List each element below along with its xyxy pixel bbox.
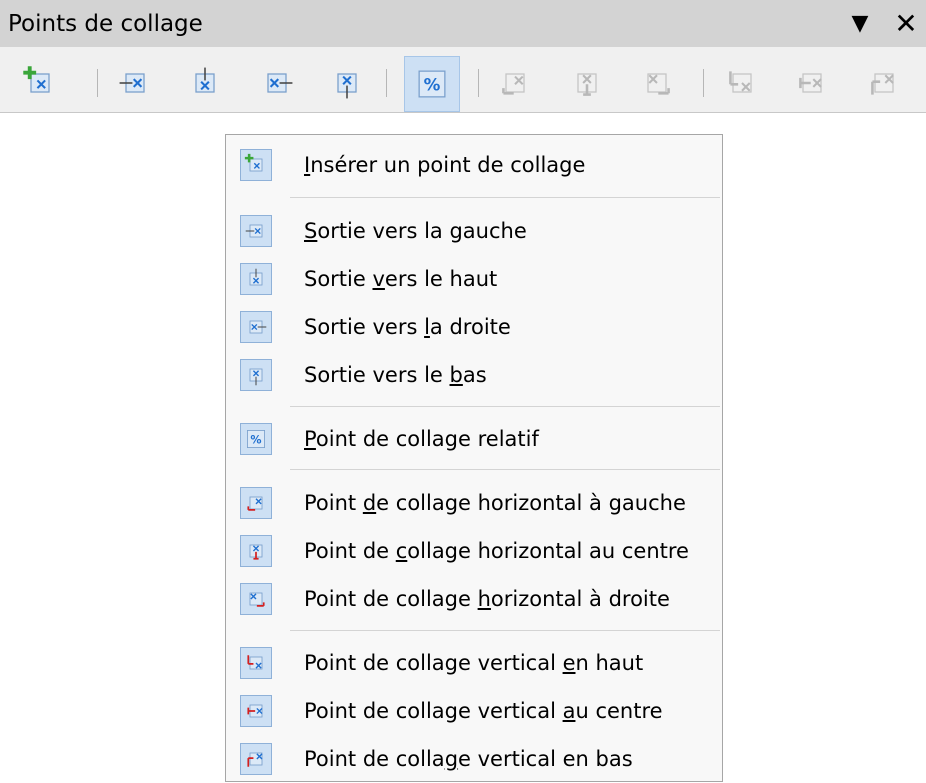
menu-item-relative-glue-point[interactable]: % Point de collage relatif (226, 415, 722, 463)
insert-glue-point-tool[interactable] (18, 63, 62, 103)
menu-item-insert-glue-point[interactable]: Insérer un point de collage (226, 141, 722, 189)
menu-item-exit-right[interactable]: Sortie vers la droite (226, 303, 722, 351)
align-middle-icon (240, 695, 272, 727)
menu-item-vertical-bottom[interactable]: Point de collage vertical en bas (226, 735, 722, 783)
toolbar-titlebar[interactable]: Points de collage ▼ ✕ (0, 0, 926, 47)
menu-item-label: Sortie vers la droite (304, 315, 511, 339)
align-right-icon (240, 583, 272, 615)
exit-bottom-tool[interactable] (325, 63, 369, 103)
exit-right-icon (240, 311, 272, 343)
align-top-icon (240, 647, 272, 679)
menu-item-label: Insérer un point de collage (304, 153, 586, 177)
menu-item-horizontal-left[interactable]: Point de collage horizontal à gauche (226, 479, 722, 527)
menu-item-vertical-center[interactable]: Point de collage vertical au centre (226, 687, 722, 735)
insert-gluepoint-icon (240, 149, 272, 181)
horizontal-center-tool[interactable] (565, 63, 609, 103)
menu-separator (290, 197, 720, 198)
align-left-icon (240, 487, 272, 519)
exit-top-icon (240, 263, 272, 295)
glue-points-menu: Insérer un point de collage Sortie vers … (225, 134, 723, 782)
menu-item-horizontal-right[interactable]: Point de collage horizontal à droite (226, 575, 722, 623)
toolbar-separator (703, 69, 704, 97)
menu-item-label: Point de collage horizontal à droite (304, 587, 670, 611)
svg-text:%: % (424, 74, 441, 94)
menu-item-exit-bottom[interactable]: Sortie vers le bas (226, 351, 722, 399)
vertical-bottom-tool[interactable] (862, 63, 906, 103)
align-center-icon (240, 535, 272, 567)
menu-item-horizontal-center[interactable]: Point de collage horizontal au centre (226, 527, 722, 575)
close-icon[interactable]: ✕ (890, 7, 922, 41)
exit-left-tool[interactable] (113, 63, 157, 103)
menu-item-vertical-top[interactable]: Point de collage vertical en haut (226, 639, 722, 687)
exit-right-tool[interactable] (255, 63, 299, 103)
glue-points-toolbar: Points de collage ▼ ✕ % (0, 0, 926, 113)
menu-item-label: Point de collage relatif (304, 427, 539, 451)
menu-separator (290, 469, 720, 470)
menu-item-label: Sortie vers le bas (304, 363, 487, 387)
horizontal-right-tool[interactable] (635, 63, 679, 103)
menu-separator (290, 406, 720, 407)
dropdown-arrow-icon[interactable]: ▼ (846, 7, 874, 41)
toolbar-separator (97, 69, 98, 97)
align-bottom-icon (240, 743, 272, 775)
menu-separator (290, 630, 720, 631)
percent-icon: % (240, 423, 272, 455)
vertical-center-tool[interactable] (790, 63, 834, 103)
horizontal-left-tool[interactable] (493, 63, 537, 103)
menu-item-label: Point de collage horizontal au centre (304, 539, 689, 563)
svg-text:%: % (250, 433, 261, 446)
vertical-top-tool[interactable] (720, 63, 764, 103)
menu-item-exit-top[interactable]: Sortie vers le haut (226, 255, 722, 303)
toolbar-title: Points de collage (8, 11, 203, 37)
exit-left-icon (240, 215, 272, 247)
toolbar-separator (478, 69, 479, 97)
toolbar-separator (386, 69, 387, 97)
exit-bottom-icon (240, 359, 272, 391)
menu-item-exit-left[interactable]: Sortie vers la gauche (226, 207, 722, 255)
menu-item-label: Point de collage horizontal à gauche (304, 491, 686, 515)
menu-item-label: Point de collage vertical en haut (304, 651, 644, 675)
menu-item-label: Sortie vers le haut (304, 267, 498, 291)
menu-item-label: Sortie vers la gauche (304, 219, 527, 243)
menu-item-label: Point de collage vertical au centre (304, 699, 663, 723)
exit-top-tool[interactable] (183, 63, 227, 103)
toolbar-buttons: % (0, 47, 926, 112)
menu-item-label: Point de collage vertical en bas (304, 747, 633, 771)
relative-glue-point-tool[interactable]: % (404, 56, 460, 112)
